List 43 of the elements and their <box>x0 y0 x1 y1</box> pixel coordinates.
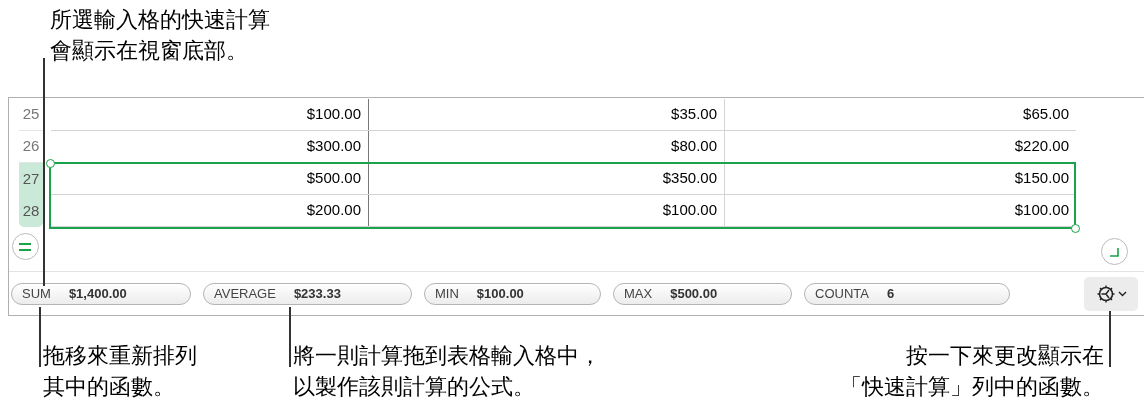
calc-label: AVERAGE <box>214 284 276 303</box>
table-cell: $200.00 <box>51 195 369 226</box>
quick-calc-pill[interactable]: AVERAGE $233.33 <box>203 282 412 305</box>
corner-icon <box>1109 246 1119 257</box>
table-cell-text: $150.00 <box>1013 168 1070 189</box>
leader-line <box>289 307 291 367</box>
calc-value: $500.00 <box>670 284 718 303</box>
chevron-down-icon <box>1117 290 1127 297</box>
calc-value: $233.33 <box>293 284 341 303</box>
calc-value: $1,400.00 <box>68 284 127 303</box>
leader-line <box>39 307 41 367</box>
table-cell: $35.00 <box>369 99 725 130</box>
callout-text: 按一下來更改顯示在 「快速計算」列中的函數。 <box>840 342 1104 401</box>
table-cell: $100.00 <box>369 195 725 226</box>
callout-text: 拖移來重新排列 其中的函數。 <box>43 342 197 401</box>
table-cell: $80.00 <box>369 131 725 162</box>
quick-calc-pill[interactable]: MIN $100.00 <box>424 282 601 305</box>
table-cell: $100.00 <box>51 99 369 130</box>
row-number[interactable]: 27 <box>19 163 43 195</box>
table-cell-text: $65.00 <box>1022 104 1070 125</box>
calc-value: 6 <box>886 284 895 303</box>
settings-button[interactable] <box>1084 276 1138 311</box>
quick-calc-pill[interactable]: COUNTA 6 <box>804 282 1010 305</box>
calc-label: COUNTA <box>815 284 869 303</box>
calc-label: MAX <box>624 284 653 303</box>
equals-button[interactable] <box>11 233 39 260</box>
resize-table-button[interactable] <box>1100 238 1128 265</box>
selection-handle[interactable] <box>46 159 55 168</box>
callout-text: 將一則計算拖到表格輸入格中， 以製作該則計算的公式。 <box>293 342 601 401</box>
table-cell-text: $100.00 <box>1013 200 1070 221</box>
calc-value: $100.00 <box>476 284 524 303</box>
table-cell-text: $220.00 <box>1013 136 1070 157</box>
leader-line <box>1109 311 1111 367</box>
quick-calc-pill[interactable]: MAX $500.00 <box>613 282 792 305</box>
callout-text: 所選輸入格的快速計算 會顯示在視窗底部。 <box>50 6 270 65</box>
calc-label: SUM <box>22 284 51 303</box>
calc-label: MIN <box>435 284 459 303</box>
equals-icon <box>19 242 31 251</box>
table-cell: $350.00 <box>369 163 725 194</box>
row-number[interactable]: 28 <box>19 195 43 227</box>
selection-handle[interactable] <box>1071 224 1080 233</box>
quick-calc-pill[interactable]: SUM $1,400.00 <box>11 282 191 305</box>
settings-icon <box>1095 283 1116 304</box>
